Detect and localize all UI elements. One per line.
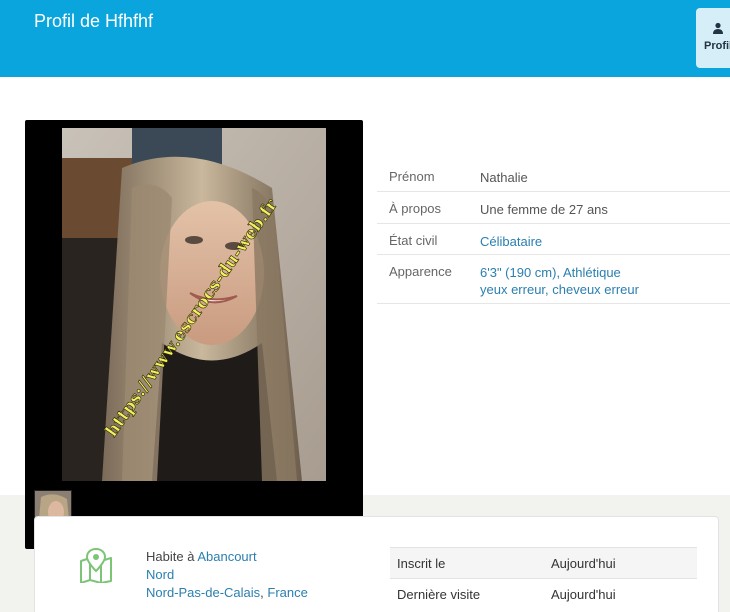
info-row-about: À propos Une femme de 27 ans (377, 192, 730, 224)
region-link[interactable]: Nord-Pas-de-Calais (146, 585, 260, 600)
appearance-line-1: 6'3" (190 cm), Athlétique (480, 265, 621, 280)
tab-profile[interactable]: Profil (696, 8, 730, 68)
info-value: Nathalie (480, 170, 528, 185)
stat-row-registered: Inscrit le Aujourd'hui (390, 547, 697, 578)
user-icon (713, 22, 723, 34)
marital-status-link[interactable]: Célibataire (480, 233, 542, 250)
appearance-link[interactable]: 6'3" (190 cm), Athlétique yeux erreur, c… (480, 264, 639, 298)
map-marker-icon (80, 547, 112, 583)
main-profile-photo[interactable]: https://www.escrocs-du-web.fr (62, 128, 326, 481)
location-department-line: Nord (146, 567, 174, 582)
info-label: À propos (389, 201, 442, 216)
tab-profile-label: Profil (704, 40, 730, 52)
stat-label: Dernière visite (397, 587, 481, 602)
member-stats-table: Inscrit le Aujourd'hui Dernière visite A… (390, 547, 697, 609)
profile-card: https://www.escrocs-du-web.fr Prénom Nat… (0, 77, 730, 549)
stat-row-last-visit: Dernière visite Aujourd'hui (390, 578, 697, 609)
appearance-line-2: yeux erreur, cheveux erreur (480, 282, 639, 297)
info-value: Une femme de 27 ans (480, 202, 608, 217)
profile-info-table: Prénom Nathalie À propos Une femme de 27… (377, 160, 730, 304)
department-link[interactable]: Nord (146, 567, 174, 582)
location-card: Habite à Abancourt Nord Nord-Pas-de-Cala… (34, 516, 719, 612)
info-label: Apparence (389, 264, 452, 279)
city-link[interactable]: Abancourt (197, 549, 256, 564)
info-row-appearance: Apparence 6'3" (190 cm), Athlétique yeux… (377, 255, 730, 304)
page-title: Profil de Hfhfhf (34, 11, 154, 31)
stat-value: Aujourd'hui (551, 556, 616, 571)
info-row-marital-status: État civil Célibataire (377, 224, 730, 255)
location-region-line: Nord-Pas-de-Calais, France (146, 585, 308, 600)
stat-value: Aujourd'hui (551, 587, 616, 602)
country-link[interactable]: France (267, 585, 307, 600)
info-row-first-name: Prénom Nathalie (377, 160, 730, 192)
location-city-line: Habite à Abancourt (146, 549, 257, 564)
location-prefix: Habite à (146, 549, 198, 564)
header-bar: Profil de Hfhfhf Profil (0, 0, 730, 77)
info-label: État civil (389, 233, 438, 248)
photo-gallery: https://www.escrocs-du-web.fr (25, 120, 363, 549)
stat-label: Inscrit le (397, 556, 446, 571)
info-label: Prénom (389, 169, 435, 184)
